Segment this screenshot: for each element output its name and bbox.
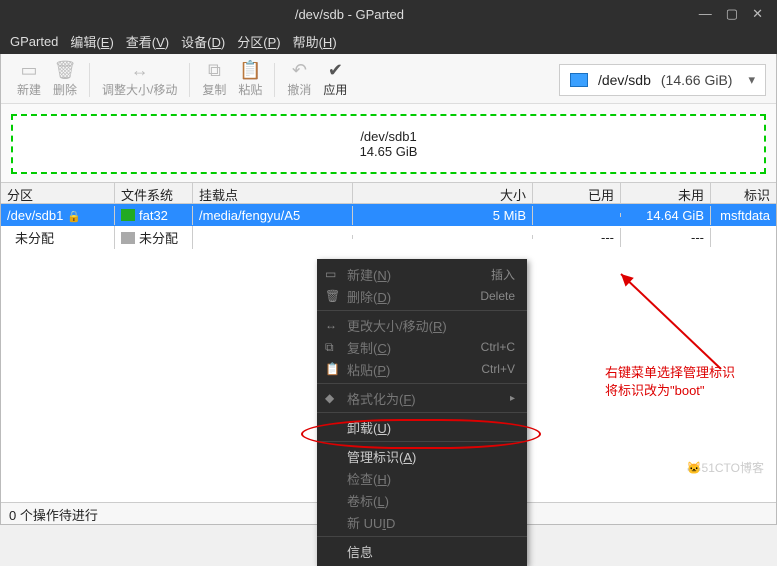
toolbar-new-label: 新建 [17,81,41,98]
disk-graphical-view[interactable]: /dev/sdb1 14.65 GiB [11,114,766,174]
undo-icon: ↶ [292,61,307,79]
toolbar-paste-label: 粘贴 [238,81,262,98]
col-filesystem[interactable]: 文件系统 [115,183,193,203]
toolbar-delete-label: 删除 [53,81,77,98]
menu-gparted[interactable]: GParted [10,34,58,49]
ctx-unmount[interactable]: 卸载(U) [317,416,527,438]
device-selector[interactable]: /dev/sdb (14.66 GiB) ▾ [559,64,766,96]
ctx-new: ▭新建(N)插入 [317,263,527,285]
device-selector-size: (14.66 GiB) [661,72,733,88]
toolbar-copy-label: 复制 [202,81,226,98]
toolbar-delete-button: 🗑 删除 [47,59,83,100]
window-minimize-button[interactable]: — [699,6,712,22]
ctx-new-uuid: 新 UUID [317,511,527,533]
watermark: 🐱51CTO博客 [687,459,764,476]
ctx-manage-flags[interactable]: 管理标识(A) [317,445,527,467]
menu-partition[interactable]: 分区(P) [237,32,280,51]
col-partition[interactable]: 分区 [1,183,115,203]
ctx-resize: ↔更改大小/移动(R) [317,314,527,336]
menubar: GParted 编辑(E) 查看(V) 设备(D) 分区(P) 帮助(H) [0,28,777,54]
apply-icon: ✔ [328,61,343,79]
chevron-down-icon: ▾ [742,72,755,88]
col-flags[interactable]: 标识 [711,183,776,203]
toolbar-resize-button: ↔ 调整大小/移动 [96,59,183,100]
menu-edit[interactable]: 编辑(E) [70,32,113,51]
delete-icon: 🗑 [54,61,77,79]
toolbar: ▭ 新建 🗑 删除 ↔ 调整大小/移动 ⧉ 复制 📋 粘贴 ↶ 撤消 ✔ 应用 [1,54,776,104]
ctx-paste: 📋粘贴(P)Ctrl+V [317,358,527,380]
toolbar-new-button: ▭ 新建 [11,59,47,100]
col-size[interactable]: 大小 [353,183,533,203]
ctx-format-to: ◆格式化为(F)▸ [317,387,527,409]
device-selector-device: /dev/sdb [598,72,651,88]
toolbar-apply-label: 应用 [323,81,347,98]
ctx-information[interactable]: 信息 [317,540,527,562]
menu-device[interactable]: 设备(D) [181,32,225,51]
resize-icon: ↔ [131,61,149,79]
app-body: ▭ 新建 🗑 删除 ↔ 调整大小/移动 ⧉ 复制 📋 粘贴 ↶ 撤消 ✔ 应用 [0,54,777,525]
window-title: /dev/sdb - GParted [0,7,699,22]
diskmap-partition-name: /dev/sdb1 [360,129,416,144]
paste-icon: 📋 [239,61,261,79]
window-close-button[interactable]: ✕ [752,6,763,22]
window-maximize-button[interactable]: ▢ [726,6,738,22]
col-used[interactable]: 已用 [533,183,621,203]
fs-swatch-unallocated [121,232,135,244]
copy-icon: ⧉ [208,61,221,79]
disk-icon [570,73,588,87]
col-free[interactable]: 未用 [621,183,711,203]
menu-view[interactable]: 查看(V) [126,32,169,51]
window-titlebar: /dev/sdb - GParted — ▢ ✕ [0,0,777,28]
col-mountpoint[interactable]: 挂载点 [193,183,353,203]
ctx-check: 检查(H) [317,467,527,489]
menu-help[interactable]: 帮助(H) [293,32,337,51]
annotation-text: 右键菜单选择管理标识 将标识改为"boot" [605,364,770,400]
toolbar-paste-button: 📋 粘贴 [232,59,268,100]
toolbar-undo-label: 撤消 [287,81,311,98]
ctx-delete: 🗑删除(D)Delete [317,285,527,307]
toolbar-undo-button: ↶ 撤消 [281,59,317,100]
ctx-label: 卷标(L) [317,489,527,511]
toolbar-resize-label: 调整大小/移动 [102,81,177,98]
lock-icon: 🔒 [67,211,81,223]
table-row[interactable]: /dev/sdb1 🔒 fat32 /media/fengyu/A5 5 MiB… [1,204,776,226]
table-row[interactable]: 未分配 未分配 --- --- [1,226,776,248]
diskmap-partition-size: 14.65 GiB [360,144,418,159]
partition-grid-header: 分区 文件系统 挂载点 大小 已用 未用 标识 [1,182,776,204]
new-icon: ▭ [21,61,38,79]
toolbar-copy-button: ⧉ 复制 [196,59,232,100]
partition-context-menu: ▭新建(N)插入 🗑删除(D)Delete ↔更改大小/移动(R) ⧉复制(C)… [317,259,527,566]
fs-swatch-fat32 [121,209,135,221]
toolbar-apply-button[interactable]: ✔ 应用 [317,59,353,100]
ctx-copy: ⧉复制(C)Ctrl+C [317,336,527,358]
